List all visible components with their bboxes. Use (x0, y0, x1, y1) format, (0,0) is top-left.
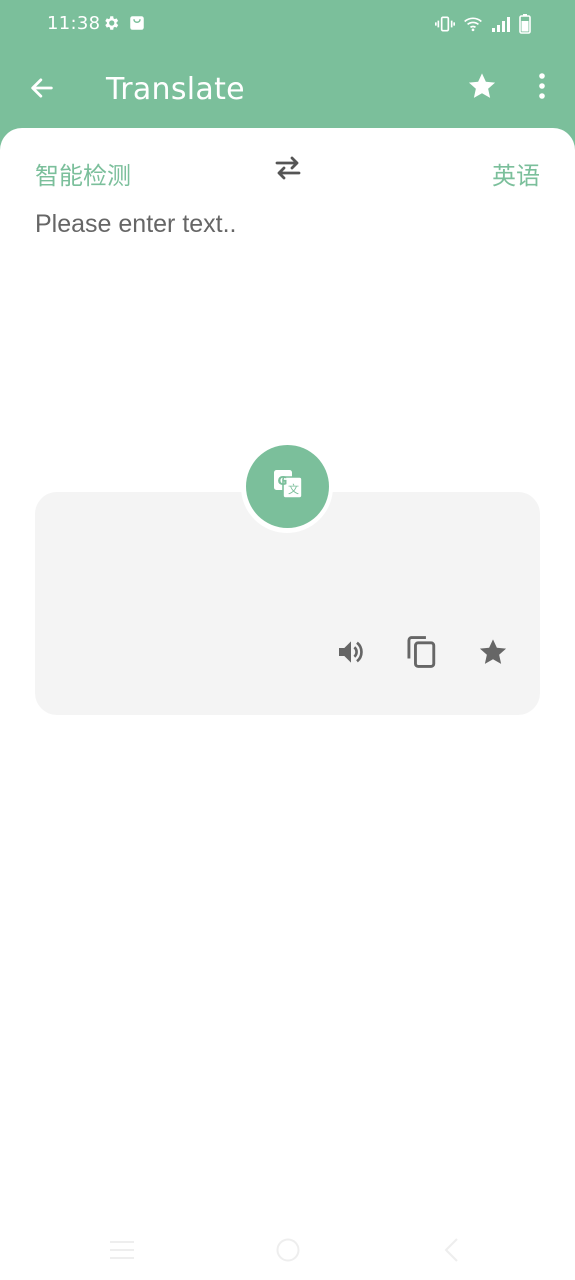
nav-home-button[interactable] (268, 1236, 308, 1268)
source-text-input[interactable] (35, 210, 540, 430)
system-navigation-bar (0, 1224, 575, 1280)
home-icon (275, 1237, 301, 1268)
menu-icon (108, 1239, 136, 1266)
translate-button[interactable]: G 文 (246, 445, 329, 528)
more-vertical-icon (537, 72, 547, 105)
status-bar: 11:38 (0, 0, 575, 48)
translate-screen: 11:38 Translate 智能检测 英语 Please enter tex… (0, 0, 575, 1280)
page-title: Translate (106, 72, 245, 107)
nav-recents-button[interactable] (102, 1236, 142, 1268)
copy-button[interactable] (400, 632, 444, 676)
back-button[interactable] (22, 70, 62, 110)
star-icon (466, 70, 498, 107)
star-icon (477, 636, 509, 673)
status-right-icons (435, 14, 531, 39)
copy-icon (406, 635, 438, 674)
signal-icon (491, 15, 511, 38)
nav-back-button[interactable] (432, 1236, 472, 1268)
speaker-icon (335, 636, 367, 673)
arrow-left-icon (28, 74, 56, 107)
wifi-icon (463, 15, 483, 38)
swap-languages-button[interactable] (270, 154, 306, 186)
back-icon (442, 1237, 462, 1268)
status-left-icons (102, 14, 146, 37)
vibrate-icon (435, 15, 455, 38)
gear-icon (102, 14, 120, 37)
battery-icon (519, 14, 531, 39)
more-options-button[interactable] (526, 68, 558, 108)
app-bar: Translate (0, 48, 575, 132)
favorite-result-button[interactable] (471, 632, 515, 676)
translate-icon: G 文 (272, 468, 304, 505)
source-language-selector[interactable]: 智能检测 (35, 156, 131, 191)
target-language-selector[interactable]: 英语 (492, 156, 540, 191)
content-sheet: 智能检测 英语 Please enter text.. G 文 (0, 128, 575, 1280)
status-time: 11:38 (47, 13, 101, 34)
svg-text:G: G (277, 474, 287, 488)
swap-horizontal-icon (273, 155, 303, 186)
favorites-button[interactable] (462, 68, 502, 108)
svg-text:文: 文 (288, 482, 299, 496)
shopping-bag-icon (128, 14, 146, 37)
speak-button[interactable] (329, 632, 373, 676)
